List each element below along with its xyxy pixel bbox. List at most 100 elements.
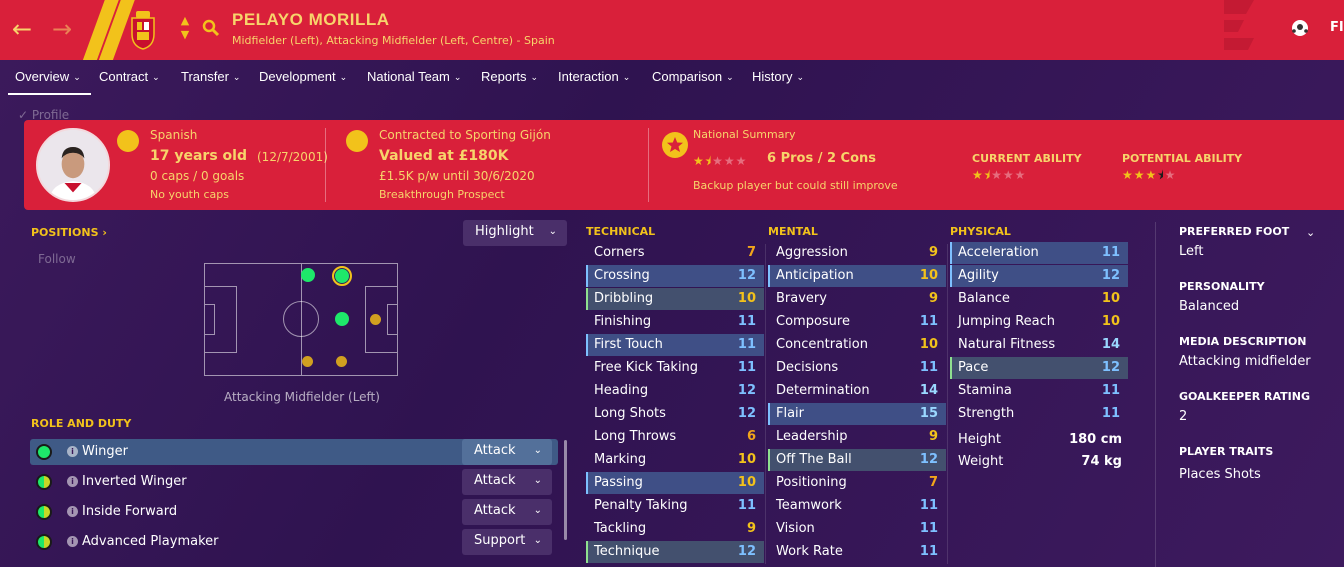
attribute-row[interactable]: Dribbling 10 (586, 288, 764, 310)
avatar (36, 128, 110, 202)
player-value: Valued at £180K (379, 148, 509, 164)
attribute-row[interactable]: Balance 10 (950, 288, 1128, 310)
attribute-row[interactable]: Determination 14 (768, 380, 946, 402)
attribute-value: 10 (1101, 291, 1120, 306)
search-icon[interactable] (202, 19, 220, 37)
highlight-dropdown[interactable]: Highlight ⌄ (463, 220, 567, 246)
info-icon[interactable]: i (67, 506, 78, 517)
attribute-row[interactable]: Long Throws 6 (586, 426, 764, 448)
attribute-row[interactable]: Composure 11 (768, 311, 946, 333)
attribute-row[interactable]: Long Shots 12 (586, 403, 764, 425)
tab-contract[interactable]: Contract ⌄ (99, 69, 160, 84)
attribute-name: Determination (776, 383, 870, 398)
attribute-name: Bravery (776, 291, 827, 306)
role-row[interactable]: i Inverted Winger Attack ⌄ (30, 469, 558, 495)
attribute-name: Agility (958, 268, 999, 283)
attribute-row[interactable]: Jumping Reach 10 (950, 311, 1128, 333)
duty-dropdown[interactable]: Attack ⌄ (462, 469, 552, 495)
date-of-birth: (12/7/2001) (257, 150, 328, 164)
attribute-row[interactable]: Aggression 9 (768, 242, 946, 264)
attribute-value: 6 (746, 429, 756, 444)
duty-dropdown[interactable]: Support ⌄ (462, 529, 552, 555)
tab-history[interactable]: History ⌄ (752, 69, 804, 84)
attribute-row[interactable]: Pace 12 (950, 357, 1128, 379)
attribute-name: Decisions (776, 360, 839, 375)
attribute-row[interactable]: Acceleration 11 (950, 242, 1128, 264)
tab-comparison[interactable]: Comparison ⌄ (652, 69, 734, 84)
tab-overview[interactable]: Overview ⌄ (15, 69, 81, 84)
chevron-down-icon[interactable]: ⌄ (1306, 226, 1315, 239)
forward-arrow-icon[interactable]: → (52, 14, 72, 44)
role-row[interactable]: i Winger Attack ⌄ (30, 439, 558, 465)
role-row[interactable]: i Advanced Playmaker Support ⌄ (30, 529, 558, 555)
nationality: Spanish (150, 128, 198, 142)
spain-crest-icon (131, 11, 155, 50)
duty-dropdown[interactable]: Attack ⌄ (462, 499, 552, 525)
player-trait[interactable]: Places Shots (1179, 467, 1261, 482)
attribute-row[interactable]: Bravery 9 (768, 288, 946, 310)
tab-reports[interactable]: Reports ⌄ (481, 69, 538, 84)
attribute-value: 9 (928, 245, 938, 260)
back-arrow-icon[interactable]: ← (12, 14, 32, 44)
attribute-row[interactable]: Concentration 10 (768, 334, 946, 356)
attribute-row[interactable]: Marking 10 (586, 449, 764, 471)
goalkeeper-rating: 2 (1179, 409, 1188, 424)
attribute-row[interactable]: Positioning 7 (768, 472, 946, 494)
info-icon[interactable]: i (67, 476, 78, 487)
role-suitability-icon (36, 534, 52, 550)
tab-transfer[interactable]: Transfer ⌄ (181, 69, 240, 84)
player-switch-icon[interactable]: ▲ ▼ (178, 14, 192, 42)
attribute-name: Acceleration (958, 245, 1039, 260)
info-icon[interactable]: i (67, 446, 78, 457)
attribute-value: 14 (919, 383, 938, 398)
mental-title: MENTAL (768, 225, 818, 238)
attribute-row[interactable]: Vision 11 (768, 518, 946, 540)
attribute-row[interactable]: Tackling 9 (586, 518, 764, 540)
attribute-row[interactable]: Off The Ball 12 (768, 449, 946, 471)
attribute-row[interactable]: Agility 12 (950, 265, 1128, 287)
technical-title: TECHNICAL (586, 225, 656, 238)
pitch-caption: Attacking Midfielder (Left) (224, 390, 380, 404)
tab-development[interactable]: Development ⌄ (259, 69, 347, 84)
info-divider (1155, 222, 1156, 567)
roles-scrollbar[interactable] (564, 440, 567, 540)
attribute-value: 11 (737, 314, 756, 329)
attribute-row[interactable]: Free Kick Taking 11 (586, 357, 764, 379)
attribute-row[interactable]: Strength 11 (950, 403, 1128, 425)
attribute-name: Penalty Taking (594, 498, 688, 513)
attribute-row[interactable]: Passing 10 (586, 472, 764, 494)
attribute-row[interactable]: Teamwork 11 (768, 495, 946, 517)
attribute-row[interactable]: Anticipation 10 (768, 265, 946, 287)
nationality-flag-icon (117, 130, 139, 152)
info-icon[interactable]: i (67, 536, 78, 547)
attribute-row[interactable]: Finishing 11 (586, 311, 764, 333)
attribute-row[interactable]: First Touch 11 (586, 334, 764, 356)
tab-interaction[interactable]: Interaction ⌄ (558, 69, 630, 84)
positions-title[interactable]: POSITIONS › (31, 226, 107, 239)
attribute-row[interactable]: Corners 7 (586, 242, 764, 264)
contract-club[interactable]: Contracted to Sporting Gijón (379, 128, 551, 142)
attribute-row[interactable]: Decisions 11 (768, 357, 946, 379)
role-row[interactable]: i Inside Forward Attack ⌄ (30, 499, 558, 525)
attribute-row[interactable]: Penalty Taking 11 (586, 495, 764, 517)
football-icon[interactable] (1290, 18, 1310, 38)
pros-cons[interactable]: 6 Pros / 2 Cons (767, 151, 876, 166)
attribute-row[interactable]: Natural Fitness 14 (950, 334, 1128, 356)
tab-national-team[interactable]: National Team ⌄ (367, 69, 461, 84)
attribute-value: 10 (737, 475, 756, 490)
attribute-row[interactable]: Technique 12 (586, 541, 764, 563)
potential-ability-label: POTENTIAL ABILITY (1122, 152, 1243, 165)
player-summary-banner: Spanish 17 years old (12/7/2001) 0 caps … (24, 120, 1344, 210)
attribute-row[interactable]: Heading 12 (586, 380, 764, 402)
attribute-value: 10 (737, 291, 756, 306)
role-suitability-icon (36, 504, 52, 520)
fm-badge[interactable]: FI (1330, 20, 1344, 35)
attribute-row[interactable]: Stamina 11 (950, 380, 1128, 402)
duty-dropdown[interactable]: Attack ⌄ (462, 439, 552, 465)
attribute-row[interactable]: Flair 15 (768, 403, 946, 425)
attribute-row[interactable]: Crossing 12 (586, 265, 764, 287)
attribute-value: 12 (1101, 360, 1120, 375)
attribute-name: Aggression (776, 245, 848, 260)
attribute-row[interactable]: Leadership 9 (768, 426, 946, 448)
attribute-row[interactable]: Work Rate 11 (768, 541, 946, 563)
